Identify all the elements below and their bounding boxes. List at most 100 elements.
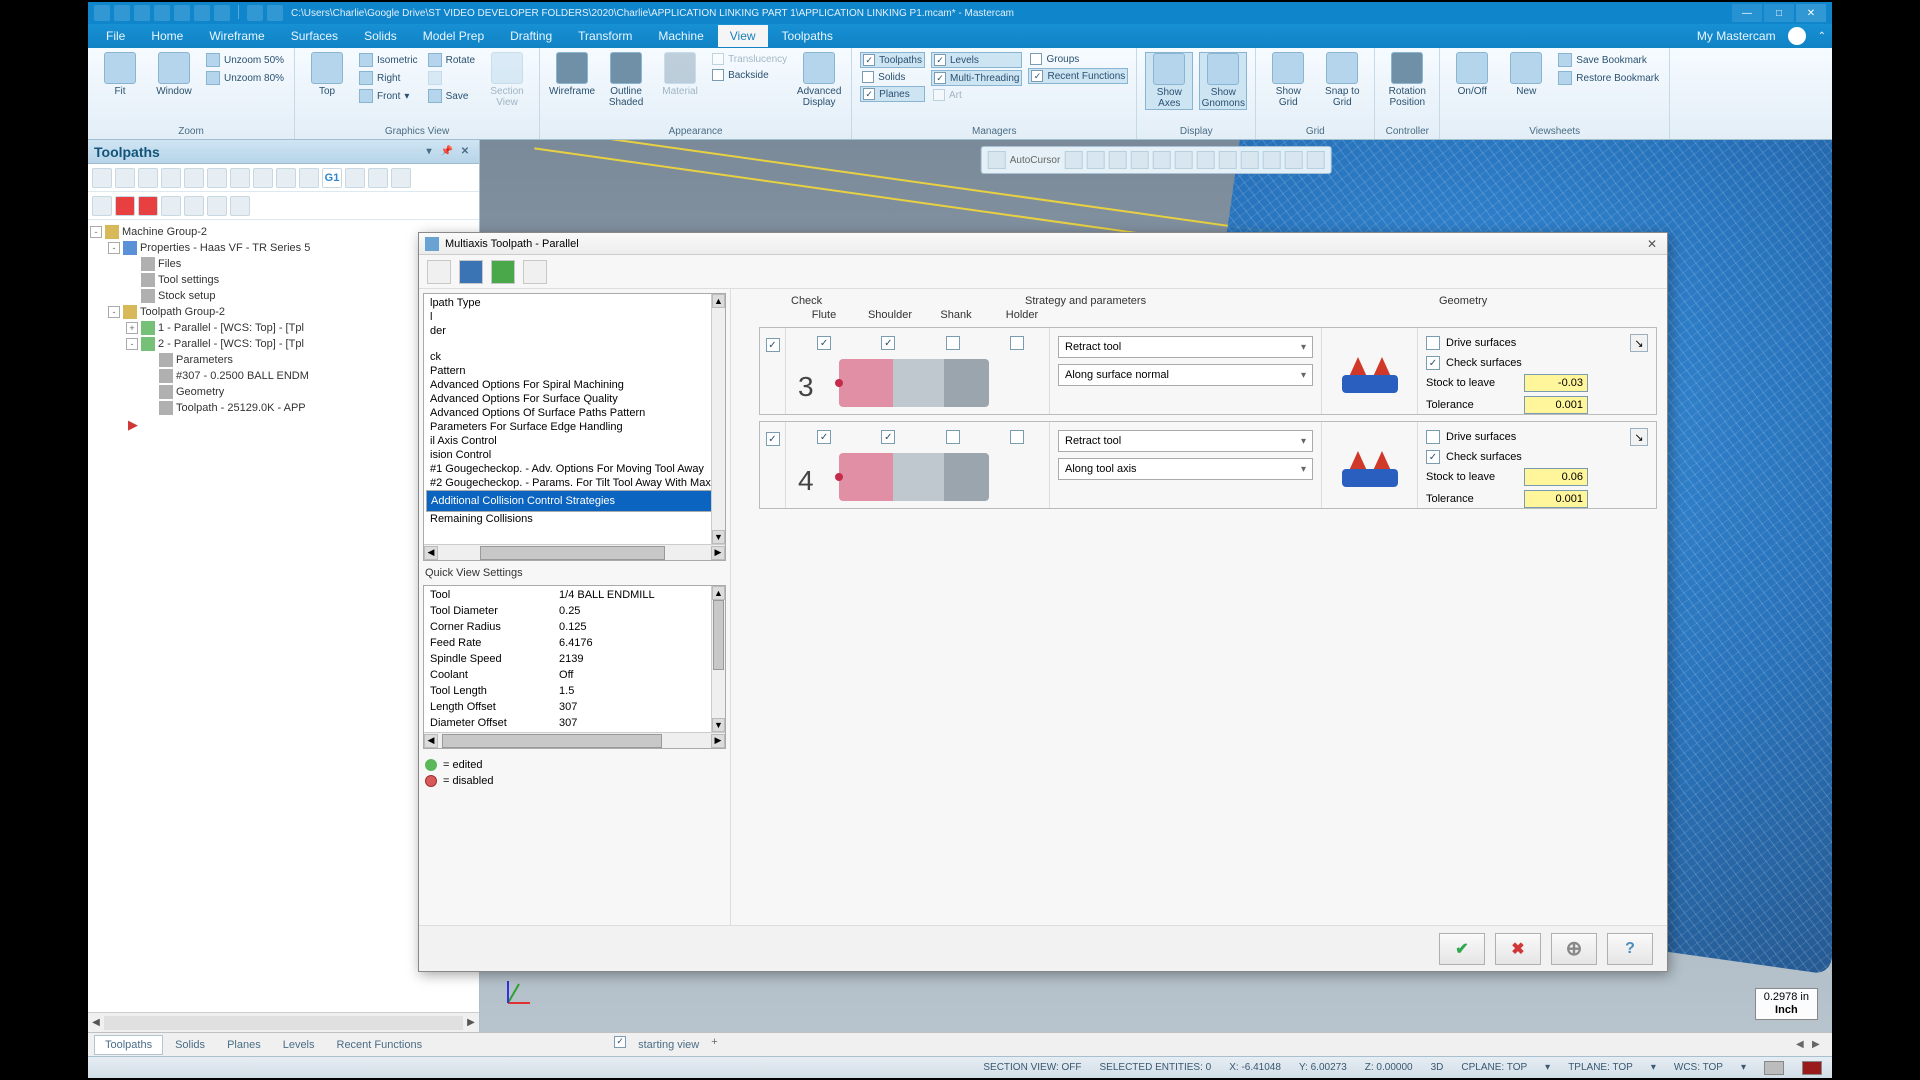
fit-button[interactable]: Fit bbox=[96, 52, 144, 97]
ptree-tl[interactable]: l bbox=[426, 310, 723, 324]
lock-icon[interactable] bbox=[345, 168, 365, 188]
tolerance-input[interactable] bbox=[1524, 490, 1588, 508]
flute-checkbox[interactable]: ✓ bbox=[817, 430, 831, 444]
vscroll-up-icon[interactable]: ▲ bbox=[712, 294, 725, 308]
card-enable-checkbox[interactable]: ✓ bbox=[766, 432, 780, 446]
rotate-button[interactable]: Rotate bbox=[426, 52, 477, 68]
cancel-button[interactable]: ✖ bbox=[1495, 933, 1541, 965]
show-axes-button[interactable]: Show Axes bbox=[1145, 52, 1193, 110]
stock-to-leave-input[interactable] bbox=[1524, 374, 1588, 392]
expand-icon[interactable] bbox=[184, 196, 204, 216]
ptree-ck[interactable]: ck bbox=[426, 350, 723, 364]
new-icon[interactable] bbox=[94, 5, 110, 21]
ac-9-icon[interactable] bbox=[1240, 151, 1258, 169]
ptree-hdr[interactable]: der bbox=[426, 324, 723, 338]
save-bookmark-button[interactable]: Save Bookmark bbox=[1556, 52, 1661, 68]
qvs-hscroll-right-icon[interactable]: ▶ bbox=[711, 734, 725, 748]
qvs-vscroll-thumb[interactable] bbox=[713, 600, 724, 670]
qvs-vscroll-up-icon[interactable]: ▲ bbox=[712, 586, 725, 600]
tab-wireframe[interactable]: Wireframe bbox=[197, 25, 276, 47]
ac-2-icon[interactable] bbox=[1086, 151, 1104, 169]
levels-checkbox[interactable]: ✓Levels bbox=[931, 52, 1022, 68]
ac-8-icon[interactable] bbox=[1218, 151, 1236, 169]
ptree-g1[interactable]: #1 Gougecheckop. - Adv. Options For Movi… bbox=[426, 462, 723, 476]
top-view-button[interactable]: Top bbox=[303, 52, 351, 97]
btab-solids[interactable]: Solids bbox=[165, 1036, 215, 1054]
maximize-button[interactable]: □ bbox=[1764, 4, 1794, 22]
close-button[interactable]: ✕ bbox=[1796, 4, 1826, 22]
qvs-vscroll[interactable]: ▲ ▼ bbox=[711, 586, 725, 732]
btab-recent[interactable]: Recent Functions bbox=[327, 1036, 433, 1054]
ac-4-icon[interactable] bbox=[1130, 151, 1148, 169]
status-tplane[interactable]: TPLANE: TOP bbox=[1568, 1062, 1633, 1073]
retract-select[interactable]: Retract tool bbox=[1058, 336, 1313, 358]
outline-shaded-button[interactable]: Outline Shaded bbox=[602, 52, 650, 108]
check-surfaces-checkbox[interactable]: ✓ bbox=[1426, 450, 1440, 464]
ac-6-icon[interactable] bbox=[1174, 151, 1192, 169]
card-enable-checkbox[interactable]: ✓ bbox=[766, 338, 780, 352]
autocursor-toolbar[interactable]: AutoCursor bbox=[981, 146, 1332, 174]
panel-close-icon[interactable]: ✕ bbox=[457, 144, 473, 160]
paste-icon[interactable] bbox=[214, 5, 230, 21]
show-grid-button[interactable]: Show Grid bbox=[1264, 52, 1312, 108]
tab-file[interactable]: File bbox=[94, 25, 137, 47]
post-icon[interactable] bbox=[230, 168, 250, 188]
save-icon[interactable] bbox=[134, 5, 150, 21]
status-section-view[interactable]: SECTION VIEW: OFF bbox=[983, 1062, 1081, 1073]
tree-machine-group[interactable]: Machine Group-2 bbox=[122, 226, 207, 238]
toolpaths-checkbox[interactable]: ✓Toolpaths bbox=[860, 52, 925, 68]
regen-all-icon[interactable] bbox=[161, 168, 181, 188]
print-icon[interactable] bbox=[174, 5, 190, 21]
ac-10-icon[interactable] bbox=[1262, 151, 1280, 169]
front-view-button[interactable]: Front▾ bbox=[357, 88, 420, 104]
ptree-g2[interactable]: #2 Gougecheckop. - Params. For Tilt Tool… bbox=[426, 476, 723, 490]
tab-view[interactable]: View bbox=[718, 25, 768, 47]
viewsheet-new-button[interactable]: New bbox=[1502, 52, 1550, 97]
undo-icon[interactable] bbox=[247, 5, 263, 21]
starting-view-checkbox[interactable]: ✓ bbox=[614, 1036, 626, 1048]
right-view-button[interactable]: Right bbox=[357, 70, 420, 86]
waveform-icon[interactable] bbox=[276, 168, 296, 188]
tabs-scroll-left-icon[interactable]: ◀ bbox=[1796, 1039, 1810, 1050]
ptree-ision[interactable]: ision Control bbox=[426, 448, 723, 462]
tolerance-input[interactable] bbox=[1524, 396, 1588, 414]
shoulder-checkbox[interactable]: ✓ bbox=[881, 430, 895, 444]
color-swatch-2[interactable] bbox=[1802, 1061, 1822, 1075]
check-surfaces-checkbox[interactable]: ✓ bbox=[1426, 356, 1440, 370]
pick-drive-icon[interactable]: ↘ bbox=[1630, 428, 1648, 446]
multithread-checkbox[interactable]: ✓Multi-Threading bbox=[931, 70, 1022, 86]
shoulder-checkbox[interactable]: ✓ bbox=[881, 336, 895, 350]
restore-bookmark-button[interactable]: Restore Bookmark bbox=[1556, 70, 1661, 86]
status-3d[interactable]: 3D bbox=[1431, 1062, 1444, 1073]
holder-checkbox[interactable] bbox=[1010, 430, 1024, 444]
tab-model-prep[interactable]: Model Prep bbox=[411, 25, 496, 47]
tree-files[interactable]: Files bbox=[158, 258, 181, 270]
verify-icon[interactable] bbox=[207, 168, 227, 188]
hscroll-thumb[interactable] bbox=[480, 546, 665, 560]
tree-geometry[interactable]: Geometry bbox=[176, 386, 224, 398]
qvs-hscroll[interactable]: ◀ ▶ bbox=[424, 732, 725, 748]
zoom-window-button[interactable]: Window bbox=[150, 52, 198, 97]
g1-button[interactable]: G1 bbox=[322, 168, 342, 188]
solids-checkbox[interactable]: Solids bbox=[860, 70, 925, 84]
shank-checkbox[interactable] bbox=[946, 336, 960, 350]
unzoom-50-button[interactable]: Unzoom 50% bbox=[204, 52, 286, 68]
ptree-additional-collision[interactable]: Additional Collision Control Strategies bbox=[426, 490, 723, 512]
ptree-aospp[interactable]: Advanced Options Of Surface Paths Patter… bbox=[426, 406, 723, 420]
save-as-icon[interactable] bbox=[154, 5, 170, 21]
btab-toolpaths[interactable]: Toolpaths bbox=[94, 1035, 163, 1055]
tab-solids[interactable]: Solids bbox=[352, 25, 409, 47]
minimize-button[interactable]: — bbox=[1732, 4, 1762, 22]
ptree-pattern[interactable]: Pattern bbox=[426, 364, 723, 378]
panel-hscroll[interactable]: ◀ ▶ bbox=[88, 1012, 479, 1032]
redo-icon[interactable] bbox=[267, 5, 283, 21]
ptree-axctrl[interactable]: il Axis Control bbox=[426, 434, 723, 448]
groups-checkbox[interactable]: Groups bbox=[1028, 52, 1128, 66]
ac-5-icon[interactable] bbox=[1152, 151, 1170, 169]
wireframe-appear-button[interactable]: Wireframe bbox=[548, 52, 596, 97]
tree-toolpath-group[interactable]: Toolpath Group-2 bbox=[140, 306, 225, 318]
btab-planes[interactable]: Planes bbox=[217, 1036, 271, 1054]
ok-button[interactable]: ✔ bbox=[1439, 933, 1485, 965]
dlg-tool-icon[interactable] bbox=[427, 260, 451, 284]
toggle-display-icon[interactable] bbox=[92, 196, 112, 216]
